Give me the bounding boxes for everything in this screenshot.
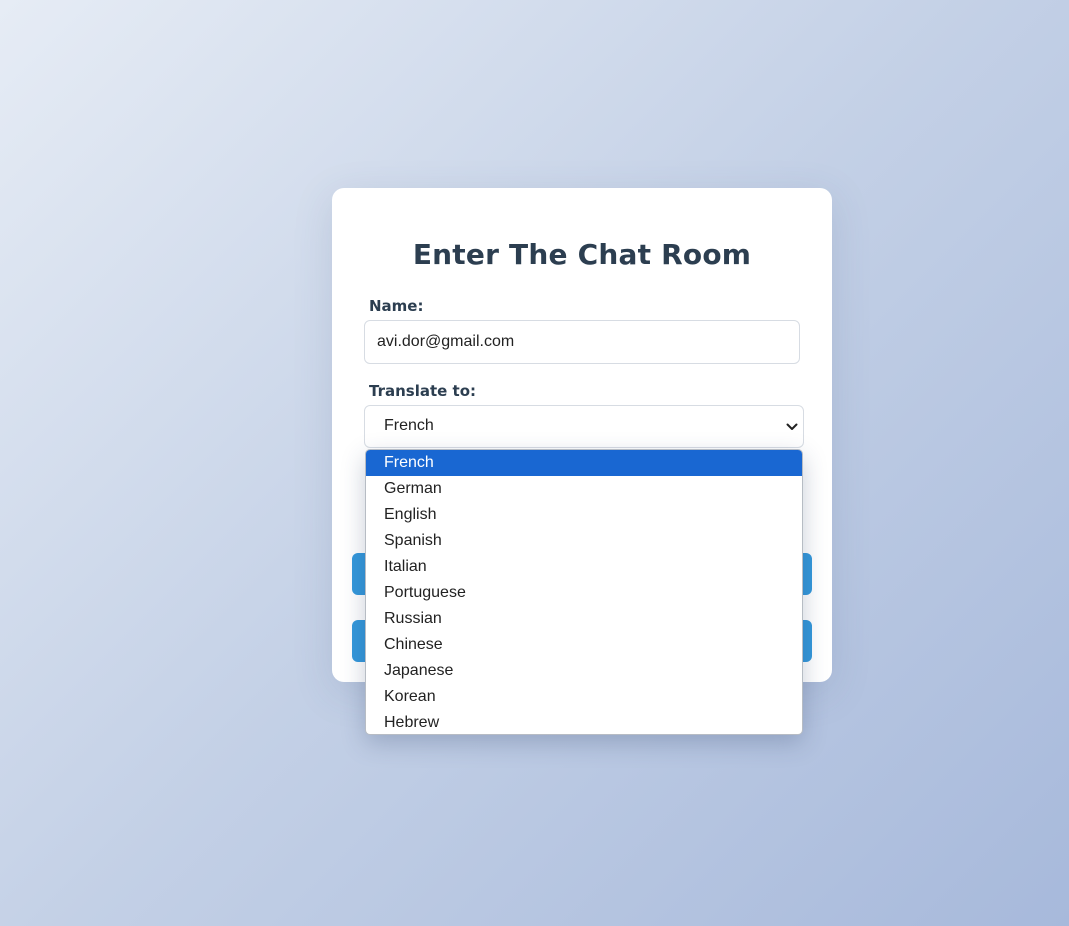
- language-option-portuguese[interactable]: Portuguese: [366, 580, 802, 606]
- name-input[interactable]: [364, 320, 800, 364]
- language-option-italian[interactable]: Italian: [366, 554, 802, 580]
- language-option-french[interactable]: French: [366, 450, 802, 476]
- language-option-korean[interactable]: Korean: [366, 684, 802, 710]
- language-option-german[interactable]: German: [366, 476, 802, 502]
- language-option-chinese[interactable]: Chinese: [366, 632, 802, 658]
- name-label: Name:: [369, 297, 424, 315]
- chevron-down-icon: [786, 423, 798, 430]
- language-select-value: French: [384, 417, 434, 434]
- language-dropdown-list[interactable]: French German English Spanish Italian Portugu…: [365, 449, 803, 735]
- language-option-english[interactable]: English: [366, 502, 802, 528]
- language-option-japanese[interactable]: Japanese: [366, 658, 802, 684]
- language-option-hebrew[interactable]: Hebrew: [366, 710, 802, 734]
- language-select[interactable]: French: [364, 405, 804, 448]
- language-option-spanish[interactable]: Spanish: [366, 528, 802, 554]
- translate-label: Translate to:: [369, 382, 477, 400]
- language-option-russian[interactable]: Russian: [366, 606, 802, 632]
- page-title: Enter The Chat Room: [412, 238, 752, 271]
